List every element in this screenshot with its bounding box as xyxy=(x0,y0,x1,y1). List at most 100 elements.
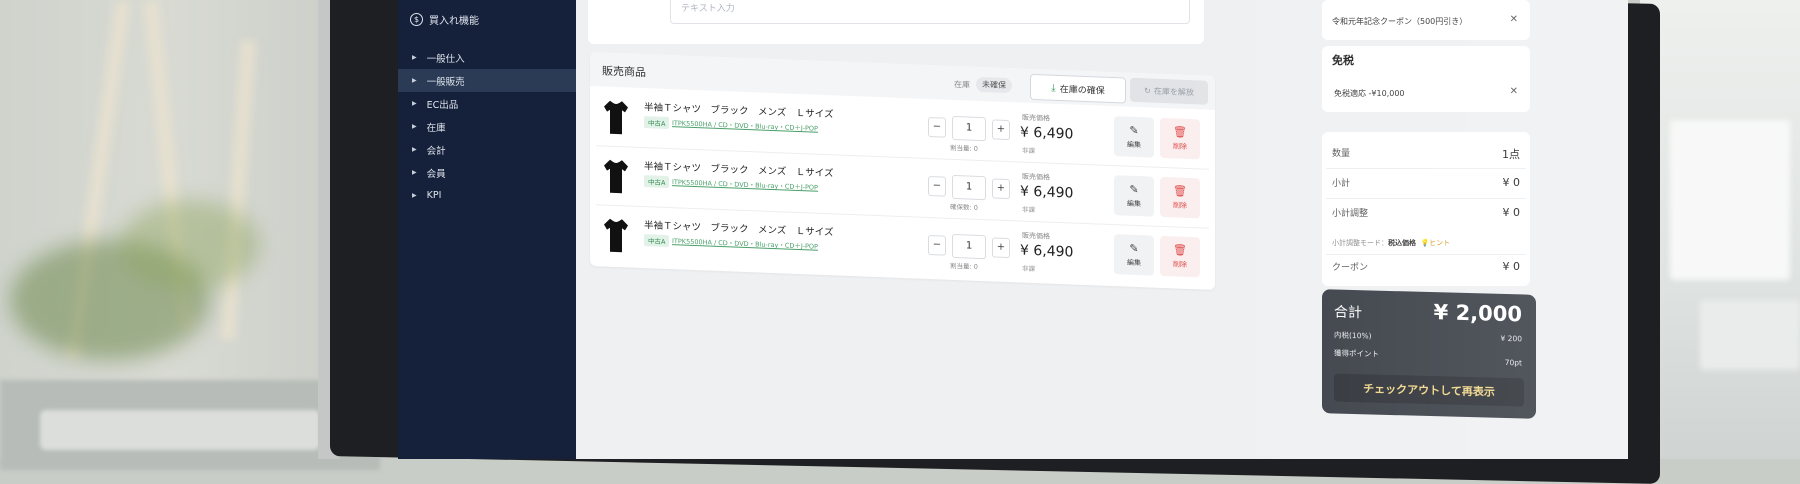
button-label: 在庫を解放 xyxy=(1153,86,1194,97)
adjust-row[interactable]: 小計調整 ¥ 0 xyxy=(1332,206,1520,226)
sidebar: $ 買入れ機能 ▶ 一般仕入 ▶ 一般販売 ▶ EC出品 ▶ 在庫 ▶ 会計 ▶… xyxy=(398,0,576,459)
count-label: 数量 xyxy=(1332,149,1351,159)
totals-card: 数量 1点 小計 ¥ 0 小計調整 ¥ 0 小計調整モード：税込価格 💡ヒント xyxy=(1322,132,1530,286)
close-icon[interactable]: ✕ xyxy=(1510,14,1518,25)
caret-right-icon: ▶ xyxy=(412,54,417,61)
delete-button[interactable]: 🗑 削除 xyxy=(1160,176,1200,219)
download-icon: ⤓ xyxy=(1051,82,1056,94)
caret-right-icon: ▶ xyxy=(412,123,417,130)
button-label: 削除 xyxy=(1173,141,1187,151)
allocation-count: 割当量: 0 xyxy=(950,143,978,153)
price-label: 販売価格 xyxy=(1022,172,1050,182)
lightbulb-icon: 💡 xyxy=(1420,239,1430,247)
qty-increment-button[interactable]: + xyxy=(992,237,1010,259)
adjust-mode-value: 税込価格 xyxy=(1388,239,1416,247)
duty-free-line: 免税適応 -¥10,000 xyxy=(1334,89,1405,98)
price-value: ¥ 6,490 xyxy=(1020,183,1074,202)
refresh-icon: ↻ xyxy=(1144,85,1151,96)
caret-right-icon: ▶ xyxy=(412,169,417,176)
price-value: ¥ 6,490 xyxy=(1020,124,1074,143)
sidebar-item-kpi[interactable]: ▶ KPI xyxy=(398,184,576,207)
text-input-card: テキスト入力 xyxy=(588,0,1204,44)
condition-tag: 中古A xyxy=(644,234,670,248)
button-label: 削除 xyxy=(1173,259,1187,269)
product-code-link[interactable]: ITPK5500HA / CD・DVD・Blu-ray・CD＋J-POP xyxy=(672,117,818,133)
subtotal-value: ¥ 0 xyxy=(1502,176,1521,189)
qty-input[interactable]: 1 xyxy=(952,115,986,142)
qty-input[interactable]: 1 xyxy=(952,233,986,260)
applied-coupon: 令和元年記念クーポン（500円引き） xyxy=(1332,17,1468,26)
sidebar-item-general-sales[interactable]: ▶ 一般販売 xyxy=(398,69,576,92)
sidebar-item-label: 一般仕入 xyxy=(426,53,465,65)
total-value: ¥ 2,000 xyxy=(1433,300,1522,327)
sidebar-item-inventory[interactable]: ▶ 在庫 xyxy=(398,115,576,138)
price-label: 販売価格 xyxy=(1022,113,1050,123)
text-input[interactable]: テキスト入力 xyxy=(670,0,1190,24)
divider xyxy=(1326,254,1526,255)
hint-link[interactable]: ヒント xyxy=(1429,239,1450,247)
duty-free-title: 免税 xyxy=(1332,54,1354,67)
edit-button[interactable]: ✎ 編集 xyxy=(1114,116,1154,158)
laptop-screen: $ 買入れ機能 ▶ 一般仕入 ▶ 一般販売 ▶ EC出品 ▶ 在庫 ▶ 会計 ▶… xyxy=(398,0,1628,459)
sidebar-item-accounting[interactable]: ▶ 会計 xyxy=(398,138,576,161)
product-code-link[interactable]: ITPK5500HA / CD・DVD・Blu-ray・CD＋J-POP xyxy=(672,176,818,192)
points-row: 獲得ポイント 70pt xyxy=(1334,348,1522,368)
pencil-icon: ✎ xyxy=(1129,182,1139,196)
tax-row: 内税(10%) ¥ 200 xyxy=(1334,330,1522,346)
sidebar-item-ec-listing[interactable]: ▶ EC出品 xyxy=(398,92,576,115)
qty-decrement-button[interactable]: − xyxy=(928,116,946,138)
sidebar-item-general-purchase[interactable]: ▶ 一般仕入 xyxy=(398,46,576,69)
divider xyxy=(1326,168,1526,169)
sidebar-item-label: 買入れ機能 xyxy=(429,16,479,27)
sidebar-nav: ▶ 一般仕入 ▶ 一般販売 ▶ EC出品 ▶ 在庫 ▶ 会計 ▶ 会員 ▶ KP… xyxy=(398,46,576,207)
blurred-object xyxy=(1700,300,1800,370)
release-stock-button[interactable]: ↻ 在庫を解放 xyxy=(1130,77,1208,105)
points-label: 獲得ポイント xyxy=(1334,348,1379,359)
edit-button[interactable]: ✎ 編集 xyxy=(1114,234,1154,276)
tax-value: ¥ 200 xyxy=(1500,333,1522,344)
blurred-stalk xyxy=(219,39,257,341)
tax-note: 非課 xyxy=(1022,264,1035,274)
summary-panel: 令和元年記念クーポン（500円引き） ✕ 免税 免税適応 -¥10,000 ✕ … xyxy=(1314,0,1538,459)
qty-increment-button[interactable]: + xyxy=(992,178,1010,200)
edit-button[interactable]: ✎ 編集 xyxy=(1114,175,1154,217)
button-label: 編集 xyxy=(1127,140,1141,149)
tax-note: 非課 xyxy=(1022,205,1035,215)
product-code-link[interactable]: ITPK5500HA / CD・DVD・Blu-ray・CD＋J-POP xyxy=(672,235,818,251)
tax-note: 非課 xyxy=(1022,146,1035,156)
checkout-button[interactable]: チェックアウトして再表示 xyxy=(1334,373,1524,407)
total-label: 合計 xyxy=(1334,304,1362,322)
condition-tag: 中古A xyxy=(644,116,670,130)
coupon-row: クーポン ¥ 0 xyxy=(1332,260,1520,280)
qty-decrement-button[interactable]: − xyxy=(928,234,946,256)
qty-increment-button[interactable]: + xyxy=(992,119,1010,141)
button-label: 編集 xyxy=(1127,258,1141,267)
coupon-label: クーポン xyxy=(1332,263,1369,273)
main-content: テキスト入力 販売商品 在庫 未確保 ⤓ 在庫の確保 ↻ 在庫を解放 半袖Ｔシャ… xyxy=(576,0,1628,459)
duty-free-card: 免税 免税適応 -¥10,000 ✕ xyxy=(1322,46,1530,112)
grand-total-card: 合計 ¥ 2,000 内税(10%) ¥ 200 獲得ポイント 70pt チェッ… xyxy=(1322,289,1536,419)
caret-right-icon: ▶ xyxy=(412,77,417,84)
qty-decrement-button[interactable]: − xyxy=(928,175,946,197)
close-icon[interactable]: ✕ xyxy=(1510,86,1518,97)
pencil-icon: ✎ xyxy=(1129,123,1139,137)
tshirt-thumbnail xyxy=(604,159,628,194)
sales-items-card: 販売商品 在庫 未確保 ⤓ 在庫の確保 ↻ 在庫を解放 半袖Ｔシャツ ブラック … xyxy=(590,52,1215,291)
sidebar-item-label: KPI xyxy=(426,190,442,201)
sidebar-item-members[interactable]: ▶ 会員 xyxy=(398,161,576,184)
price-value: ¥ 6,490 xyxy=(1020,242,1074,261)
allocation-count: 割当量: 0 xyxy=(950,261,978,271)
coin-icon: $ xyxy=(410,13,423,26)
condition-tag: 中古A xyxy=(644,175,670,189)
qty-input[interactable]: 1 xyxy=(952,174,986,201)
divider xyxy=(1326,198,1526,199)
blurred-object xyxy=(1670,120,1790,280)
blurred-plant xyxy=(120,200,260,290)
adjust-mode-line: 小計調整モード：税込価格 💡ヒント xyxy=(1332,238,1450,248)
sidebar-item-purchase[interactable]: $ 買入れ機能 xyxy=(410,12,479,27)
delete-button[interactable]: 🗑 削除 xyxy=(1160,235,1200,278)
allocation-count: 確保数: 0 xyxy=(950,202,978,212)
delete-button[interactable]: 🗑 削除 xyxy=(1160,117,1200,160)
reserve-stock-button[interactable]: ⤓ 在庫の確保 xyxy=(1030,73,1126,104)
adjust-label: 小計調整 xyxy=(1332,209,1369,219)
